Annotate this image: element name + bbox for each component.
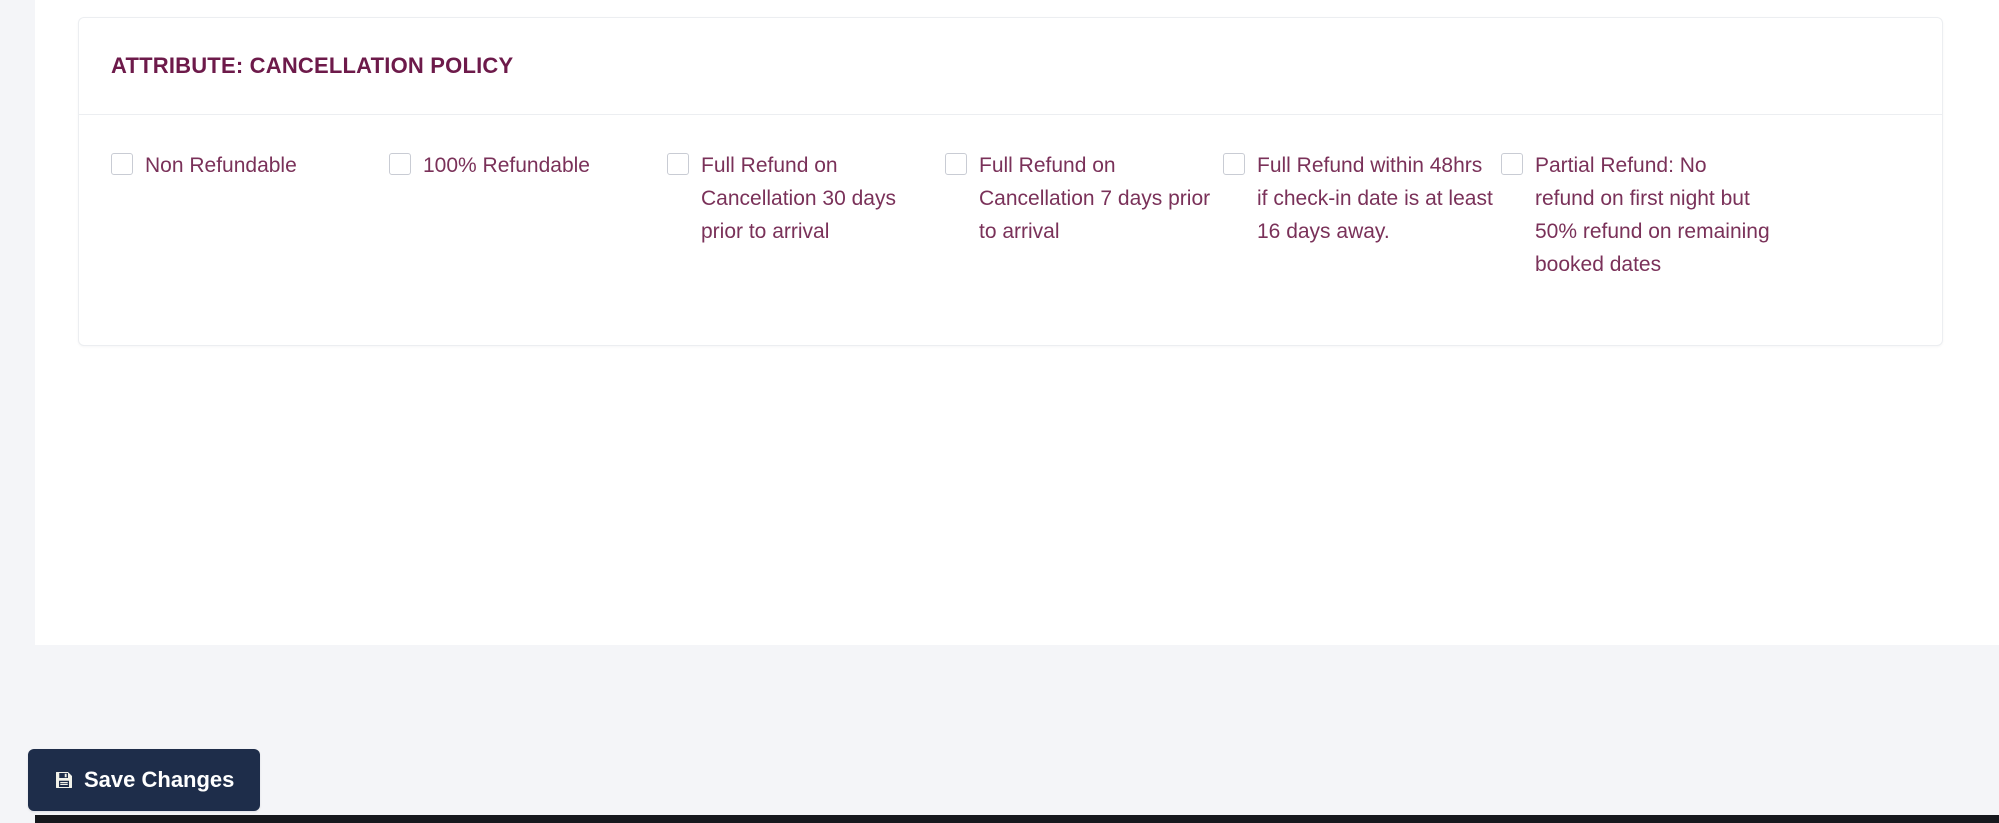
checkbox-option-full-refund-7-days[interactable]: Full Refund on Cancellation 7 days prior…	[945, 149, 1223, 248]
checkbox-label: Full Refund on Cancellation 7 days prior…	[979, 154, 1211, 243]
option-column: 100% Refundable	[389, 149, 667, 182]
checkbox-label: Non Refundable	[145, 154, 297, 177]
option-column: Partial Refund: No refund on first night…	[1501, 149, 1779, 281]
checkbox-icon[interactable]	[667, 153, 689, 175]
checkbox-label: Partial Refund: No refund on first night…	[1535, 154, 1770, 276]
checkbox-label: Full Refund on Cancellation 30 days prio…	[701, 154, 896, 243]
attribute-card-body: Non Refundable 100% Refundable Full Refu…	[79, 115, 1942, 345]
checkbox-label: 100% Refundable	[423, 154, 590, 177]
checkbox-icon[interactable]	[389, 153, 411, 175]
checkbox-icon[interactable]	[945, 153, 967, 175]
checkbox-icon[interactable]	[1501, 153, 1523, 175]
option-column: Full Refund on Cancellation 7 days prior…	[945, 149, 1223, 248]
checkbox-icon[interactable]	[1223, 153, 1245, 175]
checkbox-option-full-refund-30-days[interactable]: Full Refund on Cancellation 30 days prio…	[667, 149, 945, 248]
footer-area: Save Changes	[28, 645, 1999, 815]
save-floppy-icon	[54, 770, 74, 790]
checkbox-option-full-refund-48hrs[interactable]: Full Refund within 48hrs if check-in dat…	[1223, 149, 1501, 248]
option-column: Full Refund within 48hrs if check-in dat…	[1223, 149, 1501, 248]
cancellation-policy-option-grid: Non Refundable 100% Refundable Full Refu…	[111, 149, 1910, 305]
content-region: ATTRIBUTE: CANCELLATION POLICY Non Refun…	[35, 0, 1999, 645]
left-gutter	[0, 0, 35, 823]
attribute-card: ATTRIBUTE: CANCELLATION POLICY Non Refun…	[78, 17, 1943, 346]
page-body: ATTRIBUTE: CANCELLATION POLICY Non Refun…	[28, 0, 1999, 823]
attribute-card-header: ATTRIBUTE: CANCELLATION POLICY	[79, 18, 1942, 115]
option-column: Non Refundable	[111, 149, 389, 182]
page-title: ATTRIBUTE: CANCELLATION POLICY	[111, 53, 514, 78]
bottom-bar	[35, 815, 1999, 823]
checkbox-icon[interactable]	[111, 153, 133, 175]
checkbox-option-100-percent-refundable[interactable]: 100% Refundable	[389, 149, 667, 182]
checkbox-label: Full Refund within 48hrs if check-in dat…	[1257, 154, 1493, 243]
checkbox-option-partial-refund[interactable]: Partial Refund: No refund on first night…	[1501, 149, 1779, 281]
save-button-label: Save Changes	[84, 767, 235, 792]
page: ATTRIBUTE: CANCELLATION POLICY Non Refun…	[0, 0, 1999, 823]
checkbox-option-non-refundable[interactable]: Non Refundable	[111, 149, 389, 182]
save-button[interactable]: Save Changes	[28, 749, 261, 811]
option-column: Full Refund on Cancellation 30 days prio…	[667, 149, 945, 248]
